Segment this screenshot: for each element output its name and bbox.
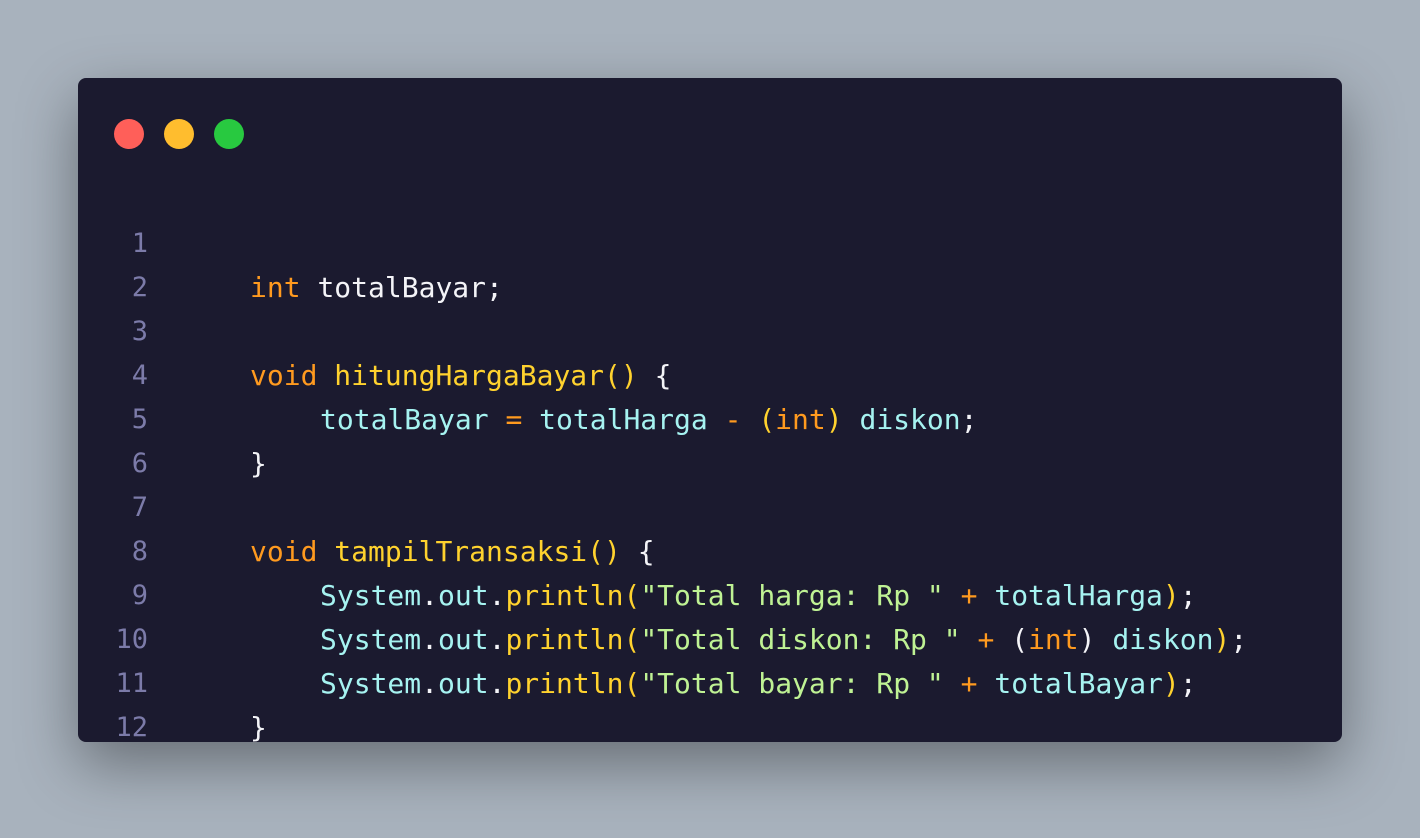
code-line: 5 } xyxy=(78,354,1342,480)
code-line: 11 } xyxy=(78,618,1342,744)
code-line: 2 xyxy=(78,222,1342,303)
code-line: 9 System.out.println("Total diskon: Rp "… xyxy=(78,530,1342,656)
code-line: 4 totalBayar = totalHarga - (int) diskon… xyxy=(78,310,1342,436)
brace-token: } xyxy=(250,711,267,744)
code-line: 7 void tampilTransaksi() { xyxy=(78,442,1342,568)
code-editor: 1 int totalBayar; 2 3 void hitungHargaBa… xyxy=(78,178,1342,744)
code-line: 1 int totalBayar; xyxy=(78,178,1342,304)
code-line: 12 xyxy=(78,662,1342,743)
code-window: 1 int totalBayar; 2 3 void hitungHargaBa… xyxy=(78,78,1342,744)
code-line: 8 System.out.println("Total harga: Rp " … xyxy=(78,486,1342,612)
maximize-dot-icon[interactable] xyxy=(214,119,244,149)
line-number: 12 xyxy=(115,712,148,743)
close-dot-icon[interactable] xyxy=(114,119,144,149)
code-line: 3 void hitungHargaBayar() { xyxy=(78,266,1342,392)
minimize-dot-icon[interactable] xyxy=(164,119,194,149)
code-line: 10 System.out.println("Total bayar: Rp "… xyxy=(78,574,1342,700)
code-line: 6 xyxy=(78,398,1342,479)
code-content: } xyxy=(250,706,267,750)
